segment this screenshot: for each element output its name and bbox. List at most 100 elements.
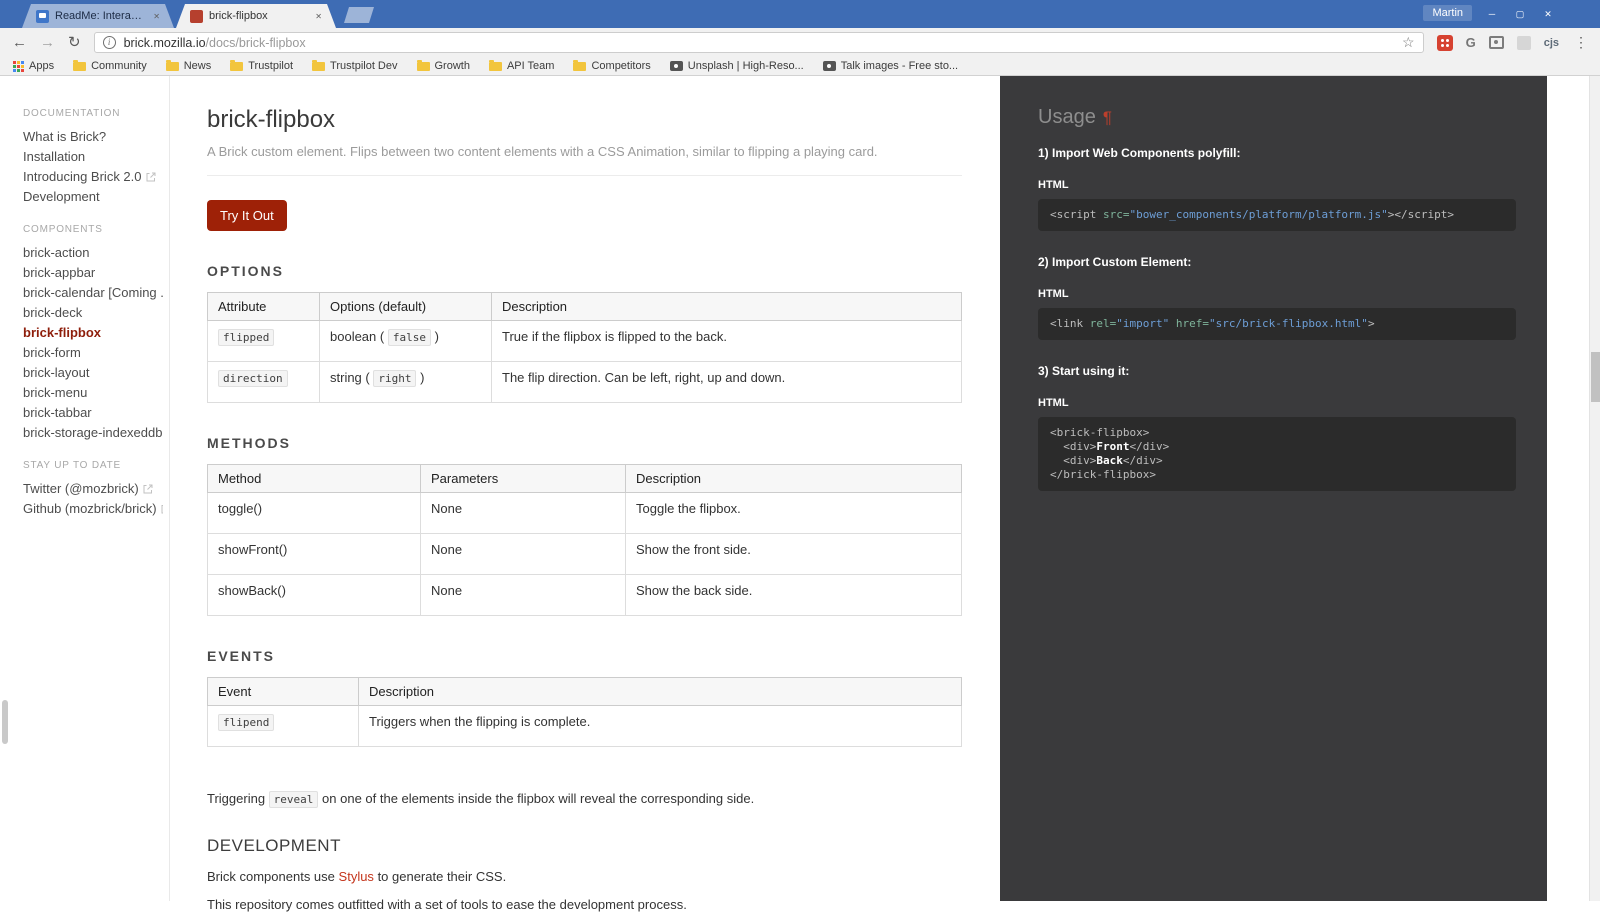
column-header: Event: [207, 677, 359, 706]
sidebar-item-brick-appbar[interactable]: brick-appbar: [23, 265, 163, 280]
code-chip: right: [373, 370, 417, 387]
close-tab-icon[interactable]: ✕: [315, 12, 322, 21]
sidebar-item-brick-deck[interactable]: brick-deck: [23, 305, 163, 320]
address-bar[interactable]: i brick.mozilla.io/docs/brick-flipbox ☆: [93, 32, 1424, 53]
table-row: direction string ( right ) The flip dire…: [207, 361, 962, 403]
profile-button[interactable]: Martin: [1423, 5, 1472, 21]
browser-toolbar: ← → ↻ i brick.mozilla.io/docs/brick-flip…: [0, 28, 1600, 57]
code-language-label: HTML: [1038, 288, 1069, 300]
anchor-link-icon[interactable]: ¶: [1103, 108, 1112, 127]
column-header: Parameters: [420, 464, 626, 493]
bookmark-label: API Team: [506, 60, 555, 72]
extension-red-icon[interactable]: [1436, 34, 1453, 51]
table-row: flipped boolean ( false ) True if the fl…: [207, 320, 962, 362]
extension-screenshot-icon[interactable]: [1488, 36, 1504, 49]
site-info-icon[interactable]: i: [102, 36, 116, 49]
code-language-label: HTML: [1038, 397, 1069, 409]
camera-icon: [669, 61, 683, 71]
sidebar-item-brick-action[interactable]: brick-action: [23, 245, 163, 260]
sidebar-item-development[interactable]: Development: [23, 189, 163, 204]
sidebar-scrollbar-thumb[interactable]: [2, 700, 8, 744]
minimize-button[interactable]: ─: [1478, 0, 1506, 28]
browser-tab-readme[interactable]: ReadMe: Interactive Dev... ✕: [22, 4, 174, 28]
folder-icon: [73, 59, 87, 71]
table-row: toggle() None Toggle the flipbox.: [207, 492, 962, 534]
development-paragraph-1: Brick components use Stylus to generate …: [207, 869, 507, 884]
code-language-label: HTML: [1038, 179, 1069, 191]
sidebar-item-brick-layout[interactable]: brick-layout: [23, 365, 163, 380]
method-cell: showBack(): [207, 574, 421, 616]
code-block-usage-example: <brick-flipbox> <div>Front</div> <div>Ba…: [1038, 417, 1516, 491]
bookmark-unsplash[interactable]: Unsplash | High-Reso...: [669, 60, 804, 72]
scrollbar-thumb[interactable]: [1591, 352, 1600, 402]
page-scrollbar[interactable]: [1589, 76, 1600, 901]
params-cell: None: [420, 492, 626, 534]
brick-favicon-icon: [190, 10, 203, 23]
methods-heading: METHODS: [207, 435, 291, 451]
sidebar-item-brick-form[interactable]: brick-form: [23, 345, 163, 360]
bookmark-api-team[interactable]: API Team: [488, 59, 555, 72]
description-cell: Triggers when the flipping is complete.: [358, 705, 962, 747]
camera-icon: [822, 61, 836, 71]
sidebar-item-twitter[interactable]: Twitter (@mozbrick): [23, 481, 163, 496]
usage-step-2-label: 2) Import Custom Element:: [1038, 255, 1192, 269]
bookmark-apps[interactable]: Apps: [13, 60, 54, 72]
sidebar-item-brick-menu[interactable]: brick-menu: [23, 385, 163, 400]
sidebar-item-brick-tabbar[interactable]: brick-tabbar: [23, 405, 163, 420]
code-chip: direction: [218, 370, 288, 387]
sidebar-item-brick-calendar[interactable]: brick-calendar [Coming ...: [23, 285, 163, 300]
bookmark-talk-images[interactable]: Talk images - Free sto...: [822, 60, 958, 72]
sidebar-item-github[interactable]: Github (mozbrick/brick): [23, 501, 163, 516]
extension-disabled-icon[interactable]: [1516, 35, 1531, 50]
sidebar-item-what-is-brick[interactable]: What is Brick?: [23, 129, 163, 144]
extension-g-icon[interactable]: G: [1466, 35, 1476, 50]
bookmark-community[interactable]: Community: [73, 59, 147, 72]
reveal-note: Triggering reveal on one of the elements…: [207, 791, 755, 808]
window-controls: ─ ▢ ✕: [1478, 0, 1562, 28]
table-row: flipend Triggers when the flipping is co…: [207, 705, 962, 747]
sidebar-heading-stay-up-to-date: STAY UP TO DATE: [23, 460, 121, 471]
try-it-out-button[interactable]: Try It Out: [207, 200, 287, 231]
bookmark-label: Trustpilot Dev: [330, 60, 398, 72]
browser-tab-brick-flipbox[interactable]: brick-flipbox ✕: [176, 4, 336, 28]
usage-step-3-label: 3) Start using it:: [1038, 364, 1130, 378]
back-button[interactable]: ←: [12, 35, 27, 50]
code-block-import: <link rel="import" href="src/brick-flipb…: [1038, 308, 1516, 340]
column-header: Options (default): [319, 292, 492, 321]
bookmark-star-icon[interactable]: ☆: [1402, 34, 1415, 51]
extension-cjs-icon[interactable]: cjs: [1544, 37, 1559, 49]
bookmark-competitors[interactable]: Competitors: [573, 59, 651, 72]
reload-button[interactable]: ↻: [68, 35, 81, 50]
description-cell: Toggle the flipbox.: [625, 492, 962, 534]
bookmark-label: Community: [91, 60, 147, 72]
bookmark-label: Competitors: [591, 60, 651, 72]
attribute-cell: flipped: [207, 320, 320, 362]
options-heading: OPTIONS: [207, 263, 285, 279]
description-cell: Show the front side.: [625, 533, 962, 575]
code-block-polyfill: <script src="bower_components/platform/p…: [1038, 199, 1516, 231]
tab-title: ReadMe: Interactive Dev...: [55, 10, 148, 22]
bookmark-growth[interactable]: Growth: [416, 59, 470, 72]
bookmark-trustpilot[interactable]: Trustpilot: [230, 59, 293, 72]
bookmark-news[interactable]: News: [165, 59, 211, 72]
sidebar-item-brick-storage-indexeddb[interactable]: brick-storage-indexeddb: [23, 425, 163, 440]
forward-button[interactable]: →: [40, 35, 55, 50]
browser-menu-icon[interactable]: ⋮: [1574, 34, 1588, 51]
bookmarks-bar: Apps Community News Trustpilot Trustpilo…: [0, 57, 1600, 76]
description-cell: The flip direction. Can be left, right, …: [491, 361, 962, 403]
new-tab-button[interactable]: [344, 7, 374, 23]
sidebar-item-brick-flipbox[interactable]: brick-flipbox: [23, 325, 163, 340]
stylus-link[interactable]: Stylus: [339, 869, 374, 884]
maximize-button[interactable]: ▢: [1506, 0, 1534, 28]
sidebar-item-installation[interactable]: Installation: [23, 149, 163, 164]
close-window-button[interactable]: ✕: [1534, 0, 1562, 28]
bookmark-trustpilot-dev[interactable]: Trustpilot Dev: [312, 59, 398, 72]
column-header: Method: [207, 464, 421, 493]
code-chip: flipped: [218, 329, 275, 346]
sidebar-heading-documentation: DOCUMENTATION: [23, 108, 121, 119]
sidebar-item-introducing-brick[interactable]: Introducing Brick 2.0: [23, 169, 163, 184]
event-cell: flipend: [207, 705, 359, 747]
usage-panel: Usage ¶ 1) Import Web Components polyfill…: [1000, 76, 1547, 901]
apps-grid-icon: [13, 60, 24, 72]
close-tab-icon[interactable]: ✕: [153, 12, 160, 21]
